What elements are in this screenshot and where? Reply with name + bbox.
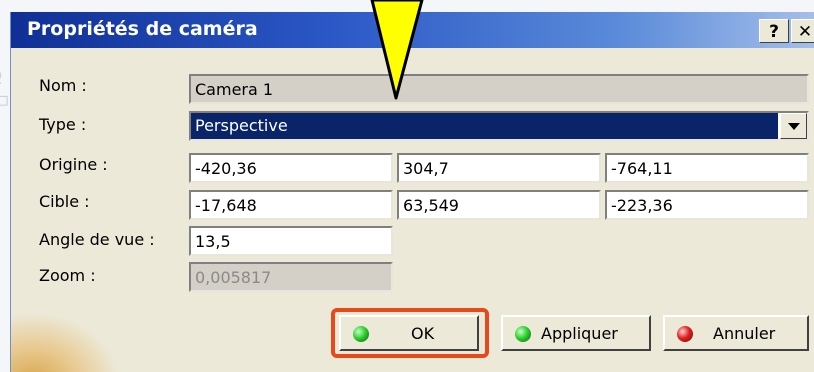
type-label: Type :: [39, 115, 87, 134]
zoom-field: 0,005817: [189, 262, 393, 292]
green-ball-icon: [353, 326, 369, 342]
ok-button[interactable]: OK: [339, 315, 479, 351]
chevron-down-icon[interactable]: [780, 113, 807, 139]
origin-x-field[interactable]: -420,36: [189, 153, 393, 183]
name-field[interactable]: Camera 1: [189, 74, 809, 104]
type-select-value: Perspective: [191, 113, 778, 139]
cancel-button[interactable]: Annuler: [663, 315, 809, 351]
view-angle-label: Angle de vue :: [39, 230, 155, 249]
target-y-field[interactable]: 63,549: [397, 190, 601, 220]
close-button[interactable]: ✕: [791, 19, 814, 43]
origin-z-field[interactable]: -764,11: [605, 153, 809, 183]
view-angle-field[interactable]: 13,5: [189, 226, 393, 256]
apply-button-label: Appliquer: [541, 324, 618, 343]
red-ball-icon: [677, 326, 693, 342]
apply-button[interactable]: Appliquer: [501, 315, 651, 351]
dialog-title: Propriétés de caméra: [27, 18, 258, 40]
green-ball-icon: [515, 326, 531, 342]
zoom-label: Zoom :: [39, 266, 96, 285]
corner-decoration: [11, 312, 121, 372]
origin-y-field[interactable]: 304,7: [397, 153, 601, 183]
origin-label: Origine :: [39, 155, 108, 174]
callout-arrow-icon: [370, 0, 424, 100]
cancel-button-label: Annuler: [713, 324, 776, 343]
ok-button-label: OK: [411, 324, 435, 343]
target-z-field[interactable]: -223,36: [605, 190, 809, 220]
name-label: Nom :: [39, 76, 87, 95]
help-button[interactable]: ?: [759, 19, 789, 43]
type-select[interactable]: Perspective: [189, 111, 809, 141]
target-x-field[interactable]: -17,648: [189, 190, 393, 220]
target-label: Cible :: [39, 192, 90, 211]
